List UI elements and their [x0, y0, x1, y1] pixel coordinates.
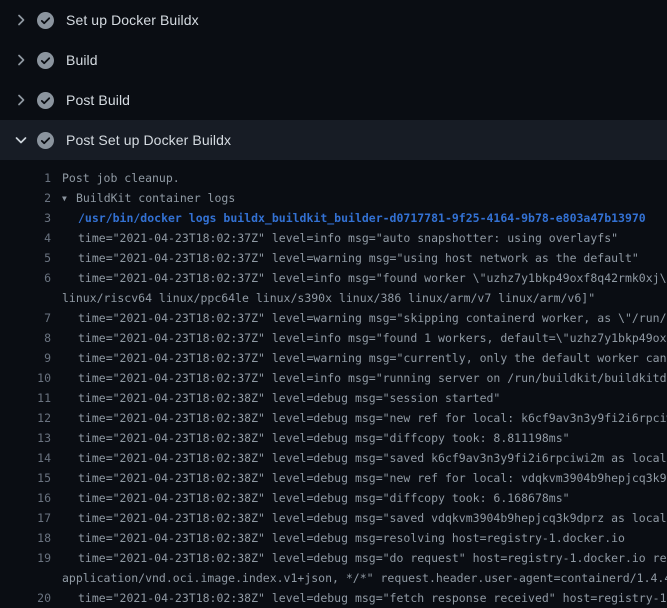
line-number[interactable]: 10 — [0, 368, 51, 388]
line-number[interactable]: 5 — [0, 248, 51, 268]
log-text: time="2021-04-23T18:02:38Z" level=debug … — [78, 488, 570, 508]
log-row: 18 time="2021-04-23T18:02:38Z" level=debu… — [0, 528, 667, 548]
step-label: Set up Docker Buildx — [66, 12, 199, 28]
line-number[interactable]: 16 — [0, 488, 51, 508]
group-toggle-text[interactable]: ▼BuildKit container logs — [62, 188, 235, 208]
log-row: 11 time="2021-04-23T18:02:38Z" level=debu… — [0, 388, 667, 408]
log-row: 16 time="2021-04-23T18:02:38Z" level=debu… — [0, 488, 667, 508]
log-lines: 1 Post job cleanup. 2 ▼BuildKit container l… — [0, 168, 667, 608]
log-row: 14 time="2021-04-23T18:02:38Z" level=debu… — [0, 448, 667, 468]
log-row: application/vnd.oci.image.index.v1+json,… — [0, 568, 667, 588]
log-row: 15 time="2021-04-23T18:02:38Z" level=debu… — [0, 468, 667, 488]
log-row: 20 time="2021-04-23T18:02:38Z" level=debu… — [0, 588, 667, 608]
line-number[interactable]: 11 — [0, 388, 51, 408]
success-check-icon — [37, 12, 54, 29]
log-row: 13 time="2021-04-23T18:02:38Z" level=debu… — [0, 428, 667, 448]
step-row-post-build[interactable]: Post Build — [0, 80, 667, 120]
log-area: 1 Post job cleanup. 2 ▼BuildKit container l… — [0, 160, 667, 608]
log-row: 8 time="2021-04-23T18:02:37Z" level=info … — [0, 328, 667, 348]
workflow-steps-list: Set up Docker Buildx Build Post Build Po… — [0, 0, 667, 160]
line-number[interactable]: 17 — [0, 508, 51, 528]
line-number[interactable]: 9 — [0, 348, 51, 368]
log-text: time="2021-04-23T18:02:38Z" level=debug … — [78, 468, 667, 488]
line-number[interactable]: 3 — [0, 208, 51, 228]
success-check-icon — [37, 52, 54, 69]
success-check-icon — [37, 92, 54, 109]
line-number[interactable]: 14 — [0, 448, 51, 468]
log-text: time="2021-04-23T18:02:37Z" level=warnin… — [78, 348, 667, 368]
log-text: time="2021-04-23T18:02:37Z" level=info m… — [78, 228, 618, 248]
chevron-right-icon — [13, 92, 29, 108]
log-text: time="2021-04-23T18:02:37Z" level=warnin… — [78, 248, 639, 268]
log-row: 10 time="2021-04-23T18:02:37Z" level=info… — [0, 368, 667, 388]
chevron-right-icon — [13, 12, 29, 28]
line-number[interactable]: 20 — [0, 588, 51, 608]
log-row: 1 Post job cleanup. — [0, 168, 667, 188]
step-row-post-setup-docker-buildx[interactable]: Post Set up Docker Buildx — [0, 120, 667, 160]
line-number[interactable]: 8 — [0, 328, 51, 348]
line-number[interactable]: 7 — [0, 308, 51, 328]
log-row: 17 time="2021-04-23T18:02:38Z" level=debu… — [0, 508, 667, 528]
log-text: time="2021-04-23T18:02:38Z" level=debug … — [78, 428, 570, 448]
chevron-right-icon — [13, 52, 29, 68]
log-text: time="2021-04-23T18:02:38Z" level=debug … — [78, 408, 667, 428]
line-number — [0, 568, 51, 588]
log-text: time="2021-04-23T18:02:37Z" level=info m… — [78, 268, 667, 288]
log-row: 19 time="2021-04-23T18:02:38Z" level=debu… — [0, 548, 667, 568]
line-number[interactable]: 6 — [0, 268, 51, 288]
command-text: /usr/bin/docker logs buildx_buildkit_bui… — [78, 208, 646, 228]
log-row: 7 time="2021-04-23T18:02:37Z" level=warni… — [0, 308, 667, 328]
log-row: 4 time="2021-04-23T18:02:37Z" level=info … — [0, 228, 667, 248]
step-label: Post Set up Docker Buildx — [66, 132, 231, 148]
log-text: time="2021-04-23T18:02:38Z" level=debug … — [78, 448, 667, 468]
log-text: time="2021-04-23T18:02:38Z" level=debug … — [78, 548, 667, 568]
log-text: time="2021-04-23T18:02:38Z" level=debug … — [78, 588, 667, 608]
line-number[interactable]: 15 — [0, 468, 51, 488]
log-text: Post job cleanup. — [62, 168, 180, 188]
success-check-icon — [37, 132, 54, 149]
log-text: time="2021-04-23T18:02:38Z" level=debug … — [78, 508, 667, 528]
step-label: Build — [66, 52, 98, 68]
step-label: Post Build — [66, 92, 130, 108]
log-row: 5 time="2021-04-23T18:02:37Z" level=warni… — [0, 248, 667, 268]
log-row: 6 time="2021-04-23T18:02:37Z" level=info … — [0, 268, 667, 288]
log-text: linux/riscv64 linux/ppc64le linux/s390x … — [62, 288, 595, 308]
log-row: linux/riscv64 linux/ppc64le linux/s390x … — [0, 288, 667, 308]
step-row-setup-docker-buildx[interactable]: Set up Docker Buildx — [0, 0, 667, 40]
log-text: time="2021-04-23T18:02:37Z" level=info m… — [78, 368, 667, 388]
line-number[interactable]: 19 — [0, 548, 51, 568]
log-text: time="2021-04-23T18:02:37Z" level=warnin… — [78, 308, 667, 328]
line-number[interactable]: 18 — [0, 528, 51, 548]
log-row: 3/usr/bin/docker logs buildx_buildkit_bu… — [0, 208, 667, 228]
line-number[interactable]: 2 — [0, 188, 51, 208]
line-number[interactable]: 13 — [0, 428, 51, 448]
chevron-down-icon — [13, 132, 29, 148]
log-row: 12 time="2021-04-23T18:02:38Z" level=debu… — [0, 408, 667, 428]
log-row: 2 ▼BuildKit container logs — [0, 188, 667, 208]
line-number[interactable]: 12 — [0, 408, 51, 428]
line-number[interactable]: 1 — [0, 168, 51, 188]
log-text: time="2021-04-23T18:02:37Z" level=info m… — [78, 328, 667, 348]
log-row: 9 time="2021-04-23T18:02:37Z" level=warni… — [0, 348, 667, 368]
line-number[interactable]: 4 — [0, 228, 51, 248]
step-row-build[interactable]: Build — [0, 40, 667, 80]
log-text: application/vnd.oci.image.index.v1+json,… — [62, 568, 667, 588]
collapse-triangle-icon[interactable]: ▼ — [62, 189, 76, 208]
line-number — [0, 288, 51, 308]
log-text: time="2021-04-23T18:02:38Z" level=debug … — [78, 388, 500, 408]
log-text: time="2021-04-23T18:02:38Z" level=debug … — [78, 528, 625, 548]
